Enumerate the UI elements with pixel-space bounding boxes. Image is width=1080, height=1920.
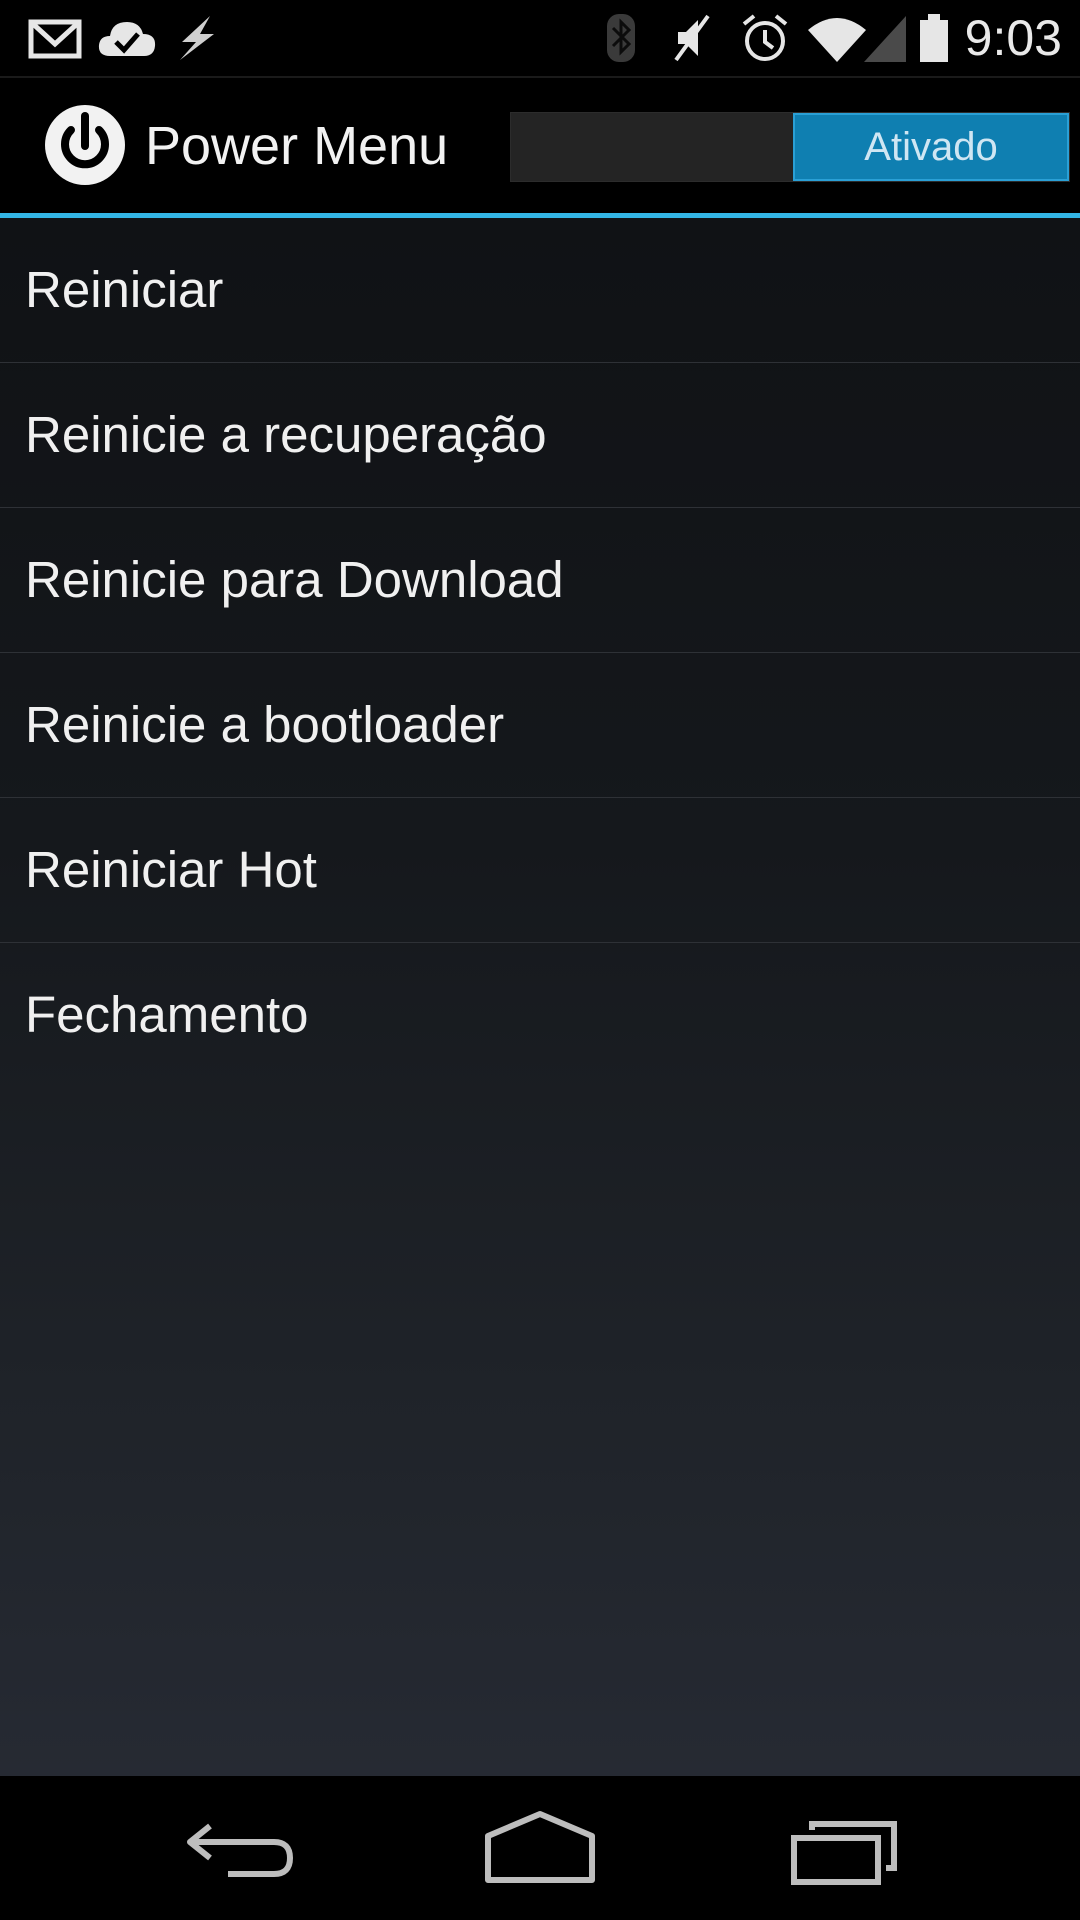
lightning-icon <box>180 16 214 60</box>
cloud-check-icon <box>98 22 156 56</box>
switch-thumb[interactable]: Ativado <box>793 113 1069 181</box>
menu-item-reboot-recovery[interactable]: Reinicie a recuperação <box>0 363 1080 508</box>
status-bar: 9:03 <box>0 0 1080 76</box>
battery-icon <box>920 14 948 62</box>
recents-icon[interactable] <box>776 1798 916 1898</box>
action-bar: Power Menu Ativado <box>0 76 1080 214</box>
menu-item-reboot-download[interactable]: Reinicie para Download <box>0 508 1080 653</box>
menu-item-label: Reiniciar Hot <box>25 841 317 898</box>
back-icon[interactable] <box>170 1798 310 1898</box>
signal-icon <box>864 16 906 62</box>
menu-item-reboot[interactable]: Reiniciar <box>0 218 1080 363</box>
menu-item-label: Reinicie para Download <box>25 551 564 608</box>
home-icon[interactable] <box>470 1798 610 1898</box>
navigation-bar <box>0 1776 1080 1920</box>
content-area: Reiniciar Reinicie a recuperação Reinici… <box>0 218 1080 1776</box>
screen: 9:03 Power Menu Ativado Reiniciar Reinic… <box>0 0 1080 1920</box>
wifi-icon <box>808 18 866 62</box>
menu-item-hot-reboot[interactable]: Reiniciar Hot <box>0 798 1080 943</box>
alarm-icon <box>742 14 788 61</box>
menu-item-shutdown[interactable]: Fechamento <box>0 943 1080 1088</box>
mute-icon <box>674 14 710 62</box>
enable-switch[interactable]: Ativado <box>510 112 1070 182</box>
menu-item-label: Fechamento <box>25 986 309 1043</box>
gmail-icon <box>28 19 82 59</box>
menu-item-reboot-bootloader[interactable]: Reinicie a bootloader <box>0 653 1080 798</box>
bluetooth-icon <box>607 14 635 62</box>
menu-item-label: Reiniciar <box>25 261 224 318</box>
app-title: Power Menu <box>145 116 449 176</box>
status-clock: 9:03 <box>964 10 1062 66</box>
menu-item-label: Reinicie a bootloader <box>25 696 505 753</box>
menu-item-label: Reinicie a recuperação <box>25 406 547 463</box>
power-icon <box>45 105 125 185</box>
power-options-list: Reiniciar Reinicie a recuperação Reinici… <box>0 218 1080 1088</box>
